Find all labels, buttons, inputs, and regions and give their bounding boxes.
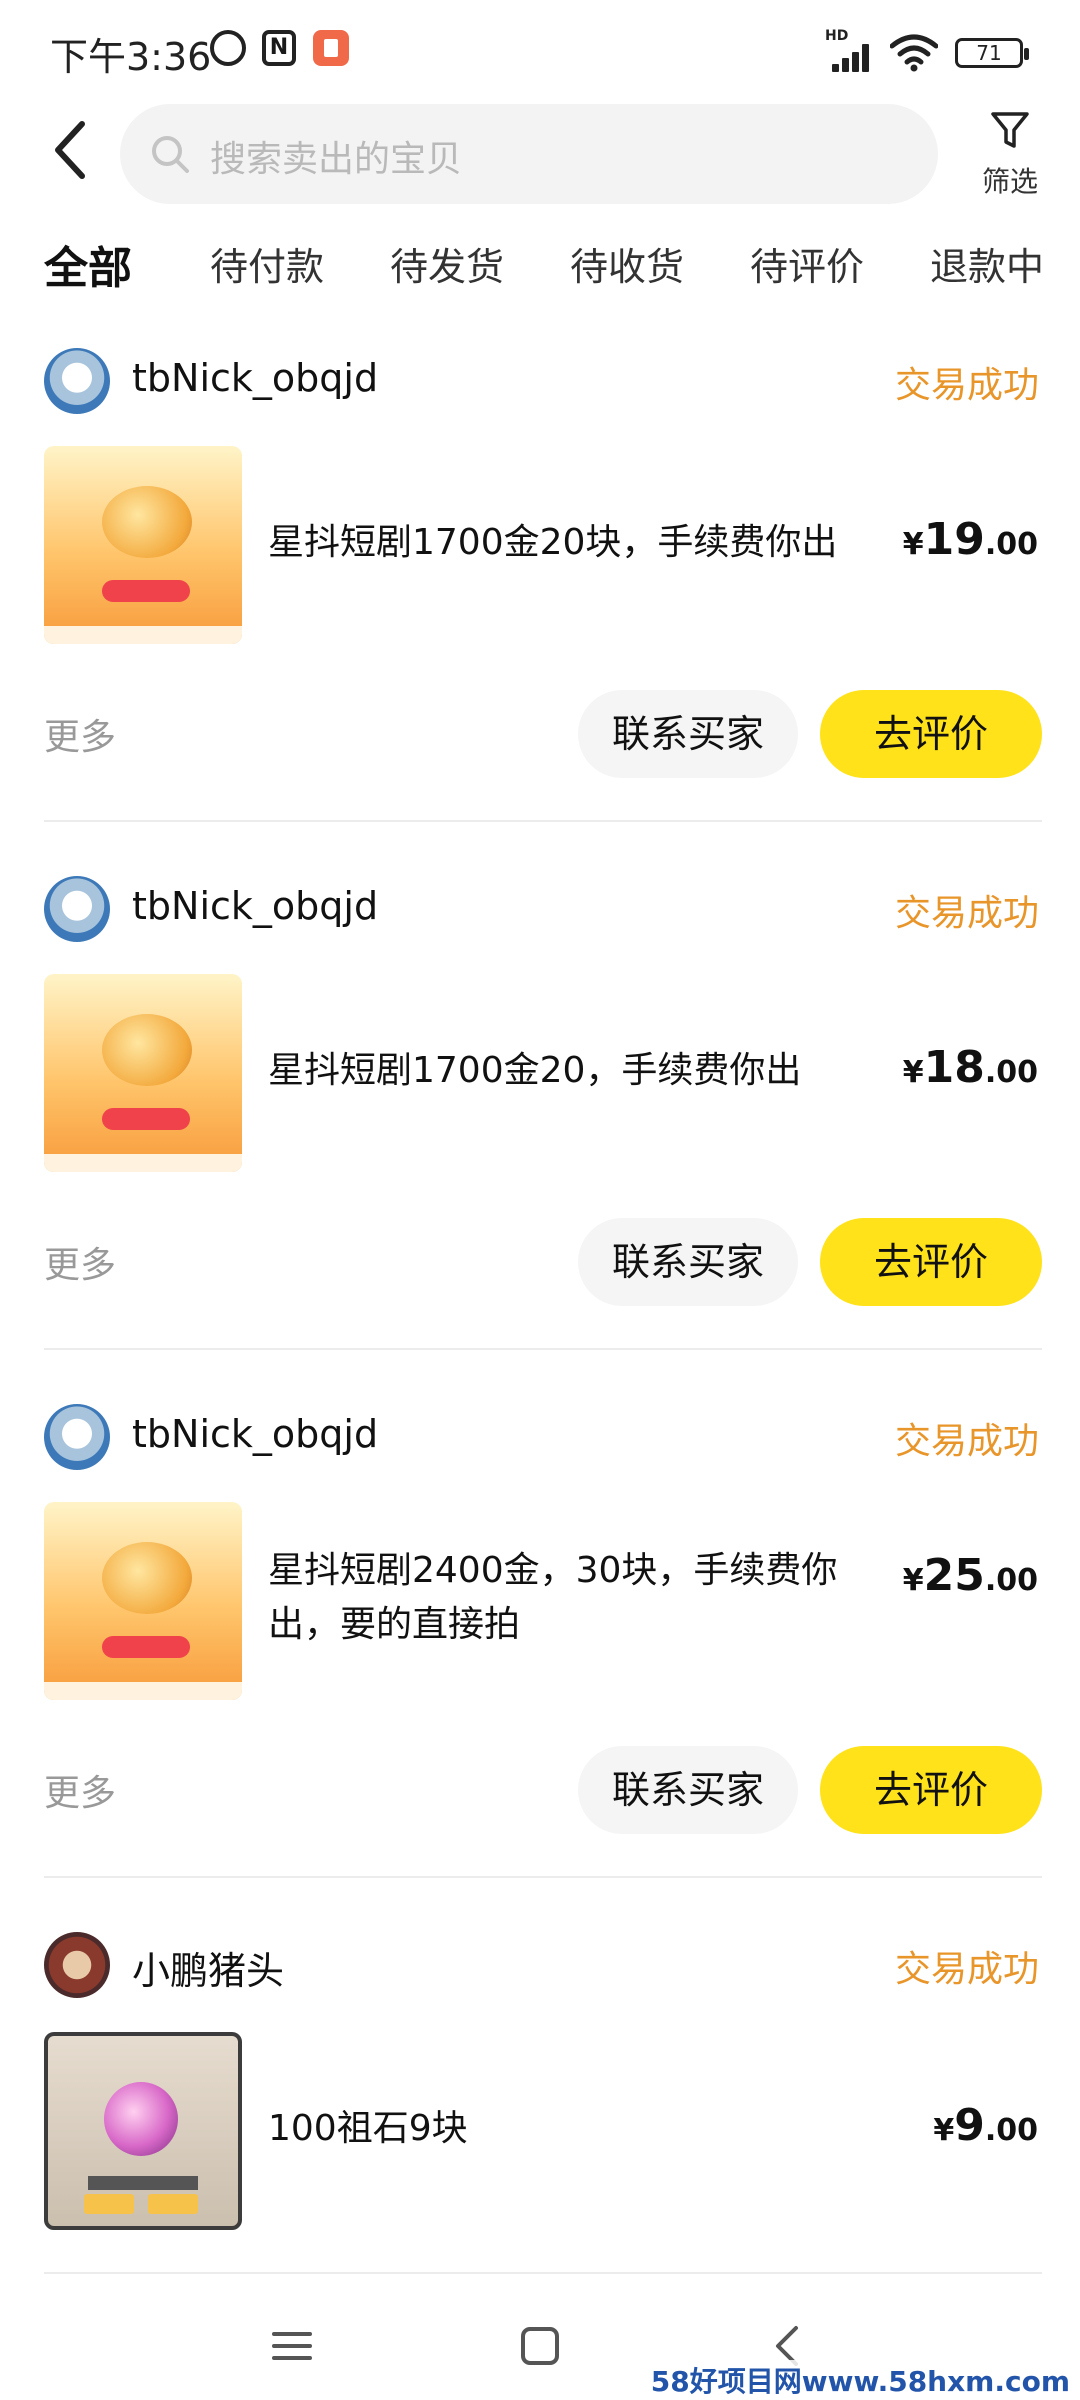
review-button[interactable]: 去评价	[820, 1218, 1042, 1306]
tab-pending-review[interactable]: 待评价	[750, 236, 864, 291]
item-title[interactable]: 星抖短剧1700金20，手续费你出	[268, 1044, 868, 1098]
seller-name[interactable]: 小鹏猪头	[132, 1940, 284, 1995]
nfc-icon: N	[262, 30, 296, 66]
tab-pending-receipt[interactable]: 待收货	[570, 236, 684, 291]
seller-name[interactable]: tbNick_obqjd	[132, 884, 378, 928]
review-button[interactable]: 去评价	[820, 690, 1042, 778]
search-placeholder: 搜索卖出的宝贝	[210, 139, 463, 180]
more-link[interactable]: 更多	[44, 708, 116, 760]
battery-indicator: 71	[955, 38, 1029, 68]
item-price: ¥9.00	[933, 2100, 1038, 2151]
product-thumbnail[interactable]	[44, 446, 242, 644]
filter-label: 筛选	[981, 165, 1038, 198]
filter-button[interactable]: 筛选	[970, 104, 1050, 204]
menu-icon[interactable]	[262, 2316, 322, 2376]
notification-app-icon	[313, 30, 349, 66]
status-time: 下午3:36	[50, 35, 212, 79]
chevron-left-icon	[55, 121, 85, 179]
seller-row[interactable]: tbNick_obqjd 交易成功	[44, 876, 1039, 946]
tab-all[interactable]: 全部	[40, 232, 136, 296]
watermark: 58好项目网www.58hxm.com	[650, 2360, 1070, 2400]
more-link[interactable]: 更多	[44, 1764, 116, 1816]
tab-pending-payment[interactable]: 待付款	[210, 236, 324, 291]
item-price: ¥25.00	[902, 1550, 1038, 1601]
status-bar: 下午3:36 N HD 71	[0, 0, 1080, 100]
product-thumbnail[interactable]	[44, 974, 242, 1172]
product-thumbnail[interactable]	[44, 1502, 242, 1700]
divider	[44, 1348, 1042, 1350]
wifi-icon	[890, 34, 938, 72]
divider	[44, 820, 1042, 822]
tab-refunding[interactable]: 退款中	[930, 236, 1044, 291]
filter-icon	[991, 112, 1029, 148]
contact-buyer-button[interactable]: 联系买家	[578, 690, 798, 778]
back-button[interactable]	[40, 110, 100, 190]
signal-icon	[832, 44, 878, 72]
seller-row[interactable]: tbNick_obqjd 交易成功	[44, 1404, 1039, 1474]
avatar[interactable]	[44, 876, 110, 942]
product-thumbnail[interactable]	[44, 2032, 242, 2230]
avatar[interactable]	[44, 1932, 110, 1998]
order-status: 交易成功	[894, 893, 1039, 934]
seller-name[interactable]: tbNick_obqjd	[132, 356, 378, 400]
item-title[interactable]: 星抖短剧1700金20块，手续费你出	[268, 516, 868, 570]
alarm-icon	[210, 30, 246, 66]
order-status: 交易成功	[894, 365, 1039, 406]
contact-buyer-button[interactable]: 联系买家	[578, 1218, 798, 1306]
seller-row[interactable]: 小鹏猪头 交易成功	[44, 1932, 1039, 2002]
hd-label: HD	[825, 28, 849, 44]
search-icon	[152, 136, 189, 173]
more-link[interactable]: 更多	[44, 1236, 116, 1288]
item-price: ¥18.00	[902, 1042, 1038, 1093]
seller-name[interactable]: tbNick_obqjd	[132, 1412, 378, 1456]
divider	[44, 1876, 1042, 1878]
search-input[interactable]: 搜索卖出的宝贝	[120, 104, 938, 204]
avatar[interactable]	[44, 348, 110, 414]
contact-buyer-button[interactable]: 联系买家	[578, 1746, 798, 1834]
item-title[interactable]: 100祖石9块	[268, 2102, 868, 2156]
order-tabs: 全部 待付款 待发货 待收货 待评价 退款中	[0, 236, 1080, 306]
order-status: 交易成功	[894, 1949, 1039, 1990]
divider	[44, 2272, 1042, 2274]
avatar[interactable]	[44, 1404, 110, 1470]
seller-row[interactable]: tbNick_obqjd 交易成功	[44, 348, 1039, 418]
home-icon[interactable]	[510, 2316, 570, 2376]
item-price: ¥19.00	[902, 514, 1038, 565]
item-title[interactable]: 星抖短剧2400金，30块，手续费你出，要的直接拍	[268, 1544, 868, 1652]
tab-pending-shipment[interactable]: 待发货	[390, 236, 504, 291]
review-button[interactable]: 去评价	[820, 1746, 1042, 1834]
order-status: 交易成功	[894, 1421, 1039, 1462]
